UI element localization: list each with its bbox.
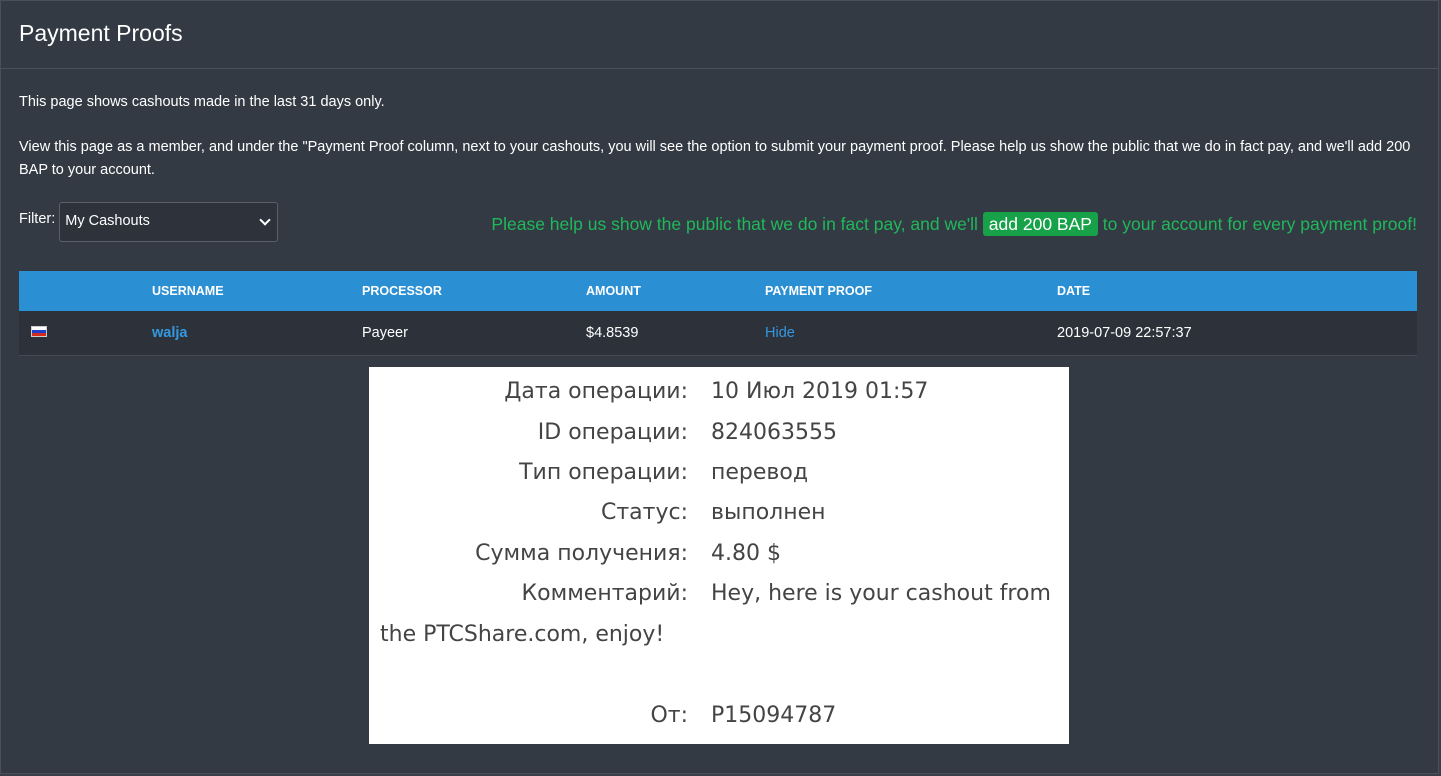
proof-type-label: Тип операции: <box>519 460 688 485</box>
username-link[interactable]: walja <box>152 325 187 341</box>
chevron-down-icon <box>259 214 271 226</box>
table-row: walja Payeer $4.8539 Hide 2019-07-09 22:… <box>19 311 1417 356</box>
proof-comment-continued: the PTCShare.com, enjoy! <box>380 622 665 647</box>
column-header-amount: AMOUNT <box>586 284 641 298</box>
proof-comment-value: Hey, here is your cashout from <box>711 581 1051 606</box>
instructions-text: View this page as a member, and under th… <box>19 139 1411 178</box>
proof-status-value: выполнен <box>711 500 826 525</box>
cashouts-table: USERNAME PROCESSOR AMOUNT PAYMENT PROOF … <box>19 271 1417 356</box>
amount-cell: $4.8539 <box>586 325 639 341</box>
panel-header: Payment Proofs <box>1 1 1438 69</box>
payment-proof-image: Дата операции: 10 Июл 2019 01:57 ID опер… <box>369 367 1069 744</box>
filter-selected-value: My Cashouts <box>65 213 150 229</box>
promo-text-after: to your account for every payment proof! <box>1097 214 1417 234</box>
column-header-username: USERNAME <box>152 284 224 298</box>
proof-date-value: 10 Июл 2019 01:57 <box>711 379 929 404</box>
intro-text: This page shows cashouts made in the las… <box>19 94 385 110</box>
column-header-date: DATE <box>1057 284 1091 298</box>
promo-text-before: Please help us show the public that we d… <box>491 214 983 234</box>
filter-select[interactable]: My Cashouts <box>59 202 279 242</box>
promo-badge: add 200 BAP <box>982 212 1098 236</box>
payment-proofs-panel: Payment Proofs This page shows cashouts … <box>0 0 1439 774</box>
date-cell: 2019-07-09 22:57:37 <box>1057 325 1192 341</box>
proof-type-value: перевод <box>711 460 809 485</box>
filter-label: Filter: <box>19 211 56 227</box>
proof-id-label: ID операции: <box>537 420 688 445</box>
proof-comment-label: Комментарий: <box>521 581 688 606</box>
table-header: USERNAME PROCESSOR AMOUNT PAYMENT PROOF … <box>19 271 1417 311</box>
proof-from-label: От: <box>650 703 688 728</box>
column-header-payment-proof: PAYMENT PROOF <box>765 284 872 298</box>
hide-proof-link[interactable]: Hide <box>765 325 795 341</box>
column-header-processor: PROCESSOR <box>362 284 442 298</box>
promo-banner: Please help us show the public that we d… <box>491 212 1417 236</box>
russia-flag-icon <box>31 326 47 337</box>
processor-cell: Payeer <box>362 325 408 341</box>
proof-sum-label: Сумма получения: <box>475 541 688 566</box>
proof-id-value: 824063555 <box>711 420 837 445</box>
proof-sum-value: 4.80 $ <box>711 541 781 566</box>
page-title: Payment Proofs <box>19 20 183 46</box>
filter-row: Filter: My Cashouts <box>19 202 279 242</box>
proof-date-label: Дата операции: <box>504 379 688 404</box>
proof-from-value: P15094787 <box>711 703 837 728</box>
proof-status-label: Статус: <box>600 500 688 525</box>
